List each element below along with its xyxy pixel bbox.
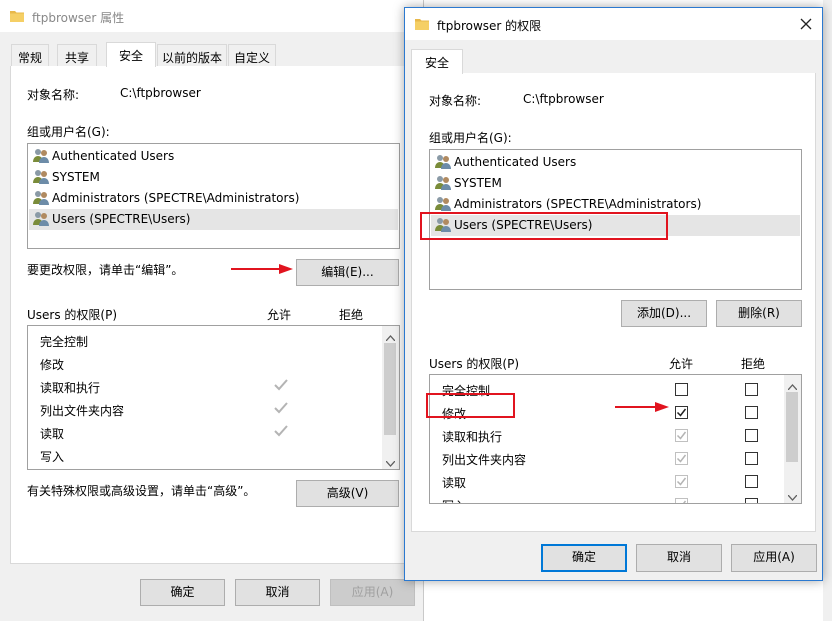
users-group-icon — [33, 211, 50, 229]
permission-row: 读取 — [442, 470, 782, 493]
red-arrow-annotation — [615, 401, 669, 415]
close-icon[interactable] — [800, 18, 812, 33]
properties-window: ftpbrowser 属性 常规 共享 安全 以前的版本 自定义 对象名称: C… — [0, 0, 424, 621]
apply-button: 应用(A) — [330, 579, 415, 606]
edit-hint: 要更改权限，请单击“编辑”。 — [27, 263, 184, 277]
scroll-thumb[interactable] — [384, 343, 396, 435]
cancel-button[interactable]: 取消 — [636, 544, 722, 572]
deny-checkbox[interactable] — [745, 383, 758, 396]
allow-checkbox — [675, 452, 688, 465]
deny-header: 拒绝 — [741, 357, 766, 371]
tab-sharing[interactable]: 共享 — [57, 44, 97, 66]
users-group-icon — [33, 169, 50, 187]
security-panel: 对象名称: C:\ftpbrowser 组或用户名(G): Authentica… — [10, 66, 415, 564]
deny-checkbox[interactable] — [745, 452, 758, 465]
permissions-titlebar: ftpbrowser 的权限 — [405, 8, 822, 40]
window-title: ftpbrowser 的权限 — [437, 19, 542, 33]
tab-security[interactable]: 安全 — [106, 42, 156, 67]
permission-row: 列出文件夹内容 — [40, 398, 380, 421]
tab-general[interactable]: 常规 — [11, 44, 49, 66]
check-icon — [676, 408, 687, 417]
object-name-value: C:\ftpbrowser — [120, 86, 201, 100]
permission-row: 写入 — [442, 493, 782, 503]
users-group-icon — [33, 148, 50, 166]
allow-checkbox — [675, 475, 688, 488]
permission-row: 读取和执行 — [40, 375, 380, 398]
security-panel: 对象名称: C:\ftpbrowser 组或用户名(G): Authentica… — [411, 73, 816, 532]
properties-titlebar: ftpbrowser 属性 — [0, 0, 423, 32]
allow-header: 允许 — [669, 357, 694, 371]
permissions-label: Users 的权限(P) — [27, 308, 118, 322]
deny-header: 拒绝 — [339, 308, 364, 322]
window-title: ftpbrowser 属性 — [32, 11, 125, 25]
allow-checkbox — [675, 429, 688, 442]
users-group-icon — [435, 175, 452, 193]
permission-row: 列出文件夹内容 — [442, 447, 782, 470]
deny-checkbox[interactable] — [745, 429, 758, 442]
permission-row: 修改 — [40, 358, 65, 372]
list-item[interactable]: Authenticated Users — [29, 146, 398, 167]
permissions-window: ftpbrowser 的权限 安全 对象名称: C:\ftpbrowser 组或… — [404, 7, 823, 581]
remove-button[interactable]: 删除(R) — [716, 300, 802, 327]
scroll-up-icon[interactable] — [787, 379, 798, 393]
list-item[interactable]: Users (SPECTRE\Users) — [29, 209, 398, 230]
folder-icon — [414, 17, 430, 34]
tab-previous-versions[interactable]: 以前的版本 — [157, 44, 227, 66]
list-item[interactable]: SYSTEM — [431, 173, 800, 194]
scroll-thumb[interactable] — [786, 392, 798, 462]
background-edge — [823, 0, 832, 621]
check-icon — [676, 477, 687, 486]
red-arrow-annotation — [231, 263, 293, 277]
deny-checkbox[interactable] — [745, 475, 758, 488]
permission-row: 读取 — [40, 421, 380, 444]
permissions-scrollbar[interactable] — [784, 375, 801, 503]
scroll-up-icon[interactable] — [385, 330, 396, 344]
permissions-label: Users 的权限(P) — [429, 357, 520, 371]
object-name-value: C:\ftpbrowser — [523, 92, 604, 106]
check-icon — [676, 431, 687, 440]
list-item[interactable]: Authenticated Users — [431, 152, 800, 173]
ok-button[interactable]: 确定 — [140, 579, 225, 606]
list-item[interactable]: Administrators (SPECTRE\Administrators) — [29, 188, 398, 209]
permission-row: 写入 — [40, 450, 65, 464]
permissions-list: 完全控制 修改 读取和执行 列出文件夹内容 读取 写入 — [27, 325, 400, 470]
allow-checkbox — [675, 498, 688, 503]
list-item[interactable]: SYSTEM — [29, 167, 398, 188]
highlight-box-modify — [426, 393, 515, 418]
folder-icon — [9, 9, 25, 26]
scroll-down-icon[interactable] — [385, 456, 396, 470]
check-icon — [676, 454, 687, 463]
allow-checkbox[interactable] — [675, 383, 688, 396]
apply-button[interactable]: 应用(A) — [731, 544, 817, 572]
allow-header: 允许 — [267, 308, 292, 322]
permission-row: 完全控制 — [40, 335, 89, 349]
deny-checkbox[interactable] — [745, 406, 758, 419]
user-list[interactable]: Authenticated Users SYSTEM Administrator… — [27, 143, 400, 249]
cancel-button[interactable]: 取消 — [235, 579, 320, 606]
highlight-box-users — [420, 212, 668, 240]
group-label: 组或用户名(G): — [27, 125, 110, 139]
permissions-scrollbar[interactable] — [382, 326, 399, 469]
allow-checkbox[interactable] — [675, 406, 688, 419]
check-icon — [683, 500, 687, 503]
grey-check-icon — [274, 402, 288, 417]
advanced-button[interactable]: 高级(V) — [296, 480, 399, 507]
users-group-icon — [33, 190, 50, 208]
object-name-label: 对象名称: — [27, 88, 80, 102]
permission-row: 读取和执行 — [442, 424, 782, 447]
scroll-down-icon[interactable] — [787, 490, 798, 503]
users-group-icon — [435, 154, 452, 172]
object-name-label: 对象名称: — [429, 94, 482, 108]
deny-checkbox[interactable] — [745, 498, 758, 503]
ok-button[interactable]: 确定 — [541, 544, 627, 572]
group-label: 组或用户名(G): — [429, 131, 512, 145]
tab-security[interactable]: 安全 — [411, 49, 463, 74]
add-button[interactable]: 添加(D)... — [621, 300, 707, 327]
advanced-hint: 有关特殊权限或高级设置，请单击“高级”。 — [27, 484, 256, 498]
edit-button[interactable]: 编辑(E)... — [296, 259, 399, 286]
tab-customize[interactable]: 自定义 — [228, 44, 276, 66]
grey-check-icon — [274, 425, 288, 440]
grey-check-icon — [274, 379, 288, 394]
